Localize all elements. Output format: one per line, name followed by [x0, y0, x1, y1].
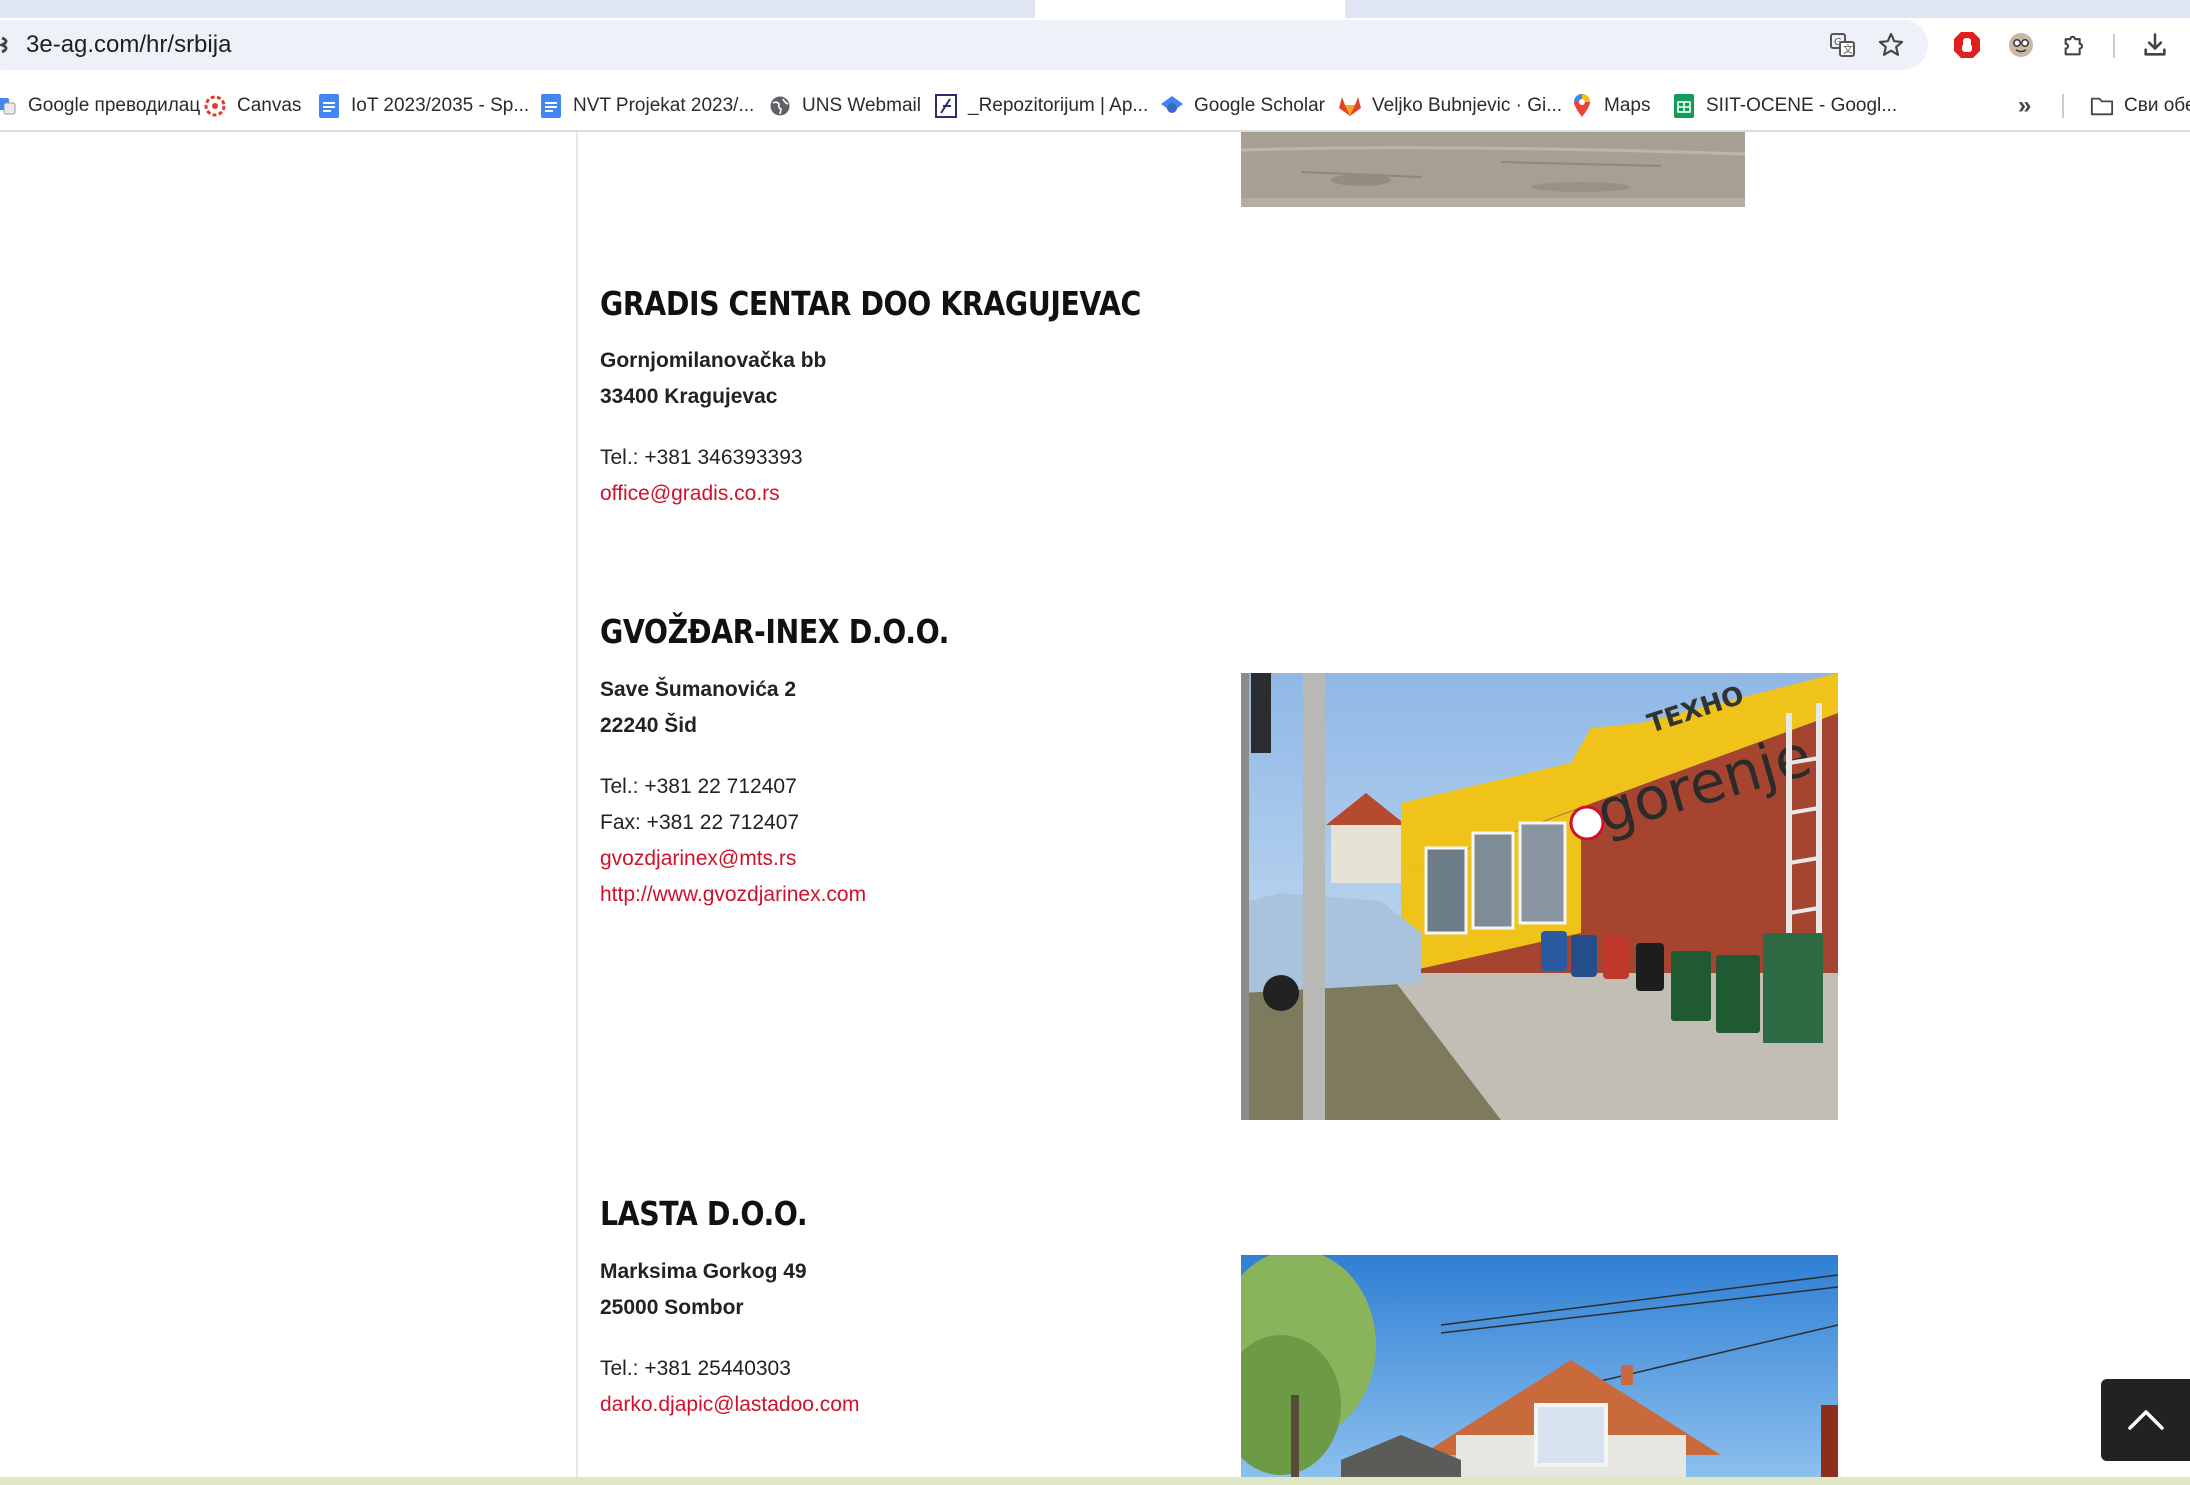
dealer-contact: Tel.: +381 25440303 darko.djapic@lastado… [600, 1351, 859, 1423]
site-info-icon[interactable] [0, 32, 10, 58]
bookmark-label: SIIT-OCENE - Googl... [1706, 95, 1898, 116]
dealer-name: LASTA D.O.O. [600, 1194, 808, 1233]
active-tab[interactable] [1035, 0, 1345, 18]
google-maps-icon [1570, 94, 1594, 118]
dealer-email-link[interactable]: darko.djapic@lastadoo.com [600, 1387, 859, 1423]
dealer-street: Marksima Gorkog 49 [600, 1260, 807, 1283]
dealer-name: GVOŽĐAR-INEX D.O.O. [600, 612, 950, 651]
google-translate-icon [0, 94, 18, 118]
bookmark-label: Veljko Bubnjevic · Gi... [1372, 95, 1563, 116]
bookmark-gitlab[interactable]: Veljko Bubnjevic · Gi... [1338, 90, 1562, 122]
bookmark-label: NVT Projekat 2023/... [573, 95, 755, 116]
dealer-city: 25000 Sombor [600, 1296, 744, 1319]
dealer-email-link[interactable]: office@gradis.co.rs [600, 476, 803, 512]
bookmark-maps[interactable]: Maps [1570, 90, 1650, 122]
canvas-icon [203, 94, 227, 118]
all-bookmarks-label: Сви обе [2124, 95, 2190, 116]
dealer-phone: Tel.: +381 25440303 [600, 1357, 791, 1380]
dealer-city: 22240 Šid [600, 714, 697, 737]
bookmark-label: Google преводилац [28, 95, 201, 116]
adblock-extension-icon[interactable] [1950, 28, 1984, 62]
bookmark-google-scholar[interactable]: Google Scholar [1160, 90, 1325, 122]
dealer-address: Marksima Gorkog 49 25000 Sombor [600, 1254, 807, 1326]
bookmark-label: Google Scholar [1194, 95, 1325, 116]
address-bar[interactable]: 3e-ag.com/hr/srbija [0, 20, 1928, 70]
bookmark-label: _Repozitorijum | Ap... [968, 95, 1149, 116]
chevron-up-icon [2127, 1410, 2164, 1430]
google-sheets-icon [1672, 94, 1696, 118]
bookmark-nvt-doc[interactable]: NVT Projekat 2023/... [539, 90, 754, 122]
dealer-fax: Fax: +381 22 712407 [600, 811, 800, 834]
dealer-street: Gornjomilanovačka bb [600, 349, 827, 372]
dealer-contact: Tel.: +381 346393393 office@gradis.co.rs [600, 440, 803, 512]
dealer-address: Save Šumanovića 2 22240 Šid [600, 672, 796, 744]
dealer-name: GRADIS CENTAR DOO KRAGUJEVAC [600, 284, 1141, 323]
url-text[interactable]: 3e-ag.com/hr/srbija [26, 30, 231, 60]
dealer-contact: Tel.: +381 22 712407 Fax: +381 22 712407… [600, 769, 866, 913]
previous-dealer-photo [1240, 132, 1746, 207]
bookmarks-overflow-button[interactable]: » [2018, 90, 2031, 122]
toolbar-separator [2113, 34, 2115, 58]
gitlab-icon [1338, 94, 1362, 118]
dealer-building-photo [1241, 1255, 1838, 1477]
svg-text:文: 文 [1843, 43, 1853, 56]
google-docs-icon [539, 94, 563, 118]
bookmark-iot-doc[interactable]: IoT 2023/2035 - Sp... [317, 90, 529, 122]
translate-icon[interactable]: G文 [1826, 28, 1860, 62]
bottom-strip [0, 1477, 2190, 1485]
dealer-street: Save Šumanovića 2 [600, 678, 797, 701]
bookmark-label: Maps [1604, 95, 1651, 116]
bookmark-uns-webmail[interactable]: UNS Webmail [768, 90, 921, 122]
sidebar-divider [576, 132, 578, 1477]
dealer-phone: Tel.: +381 22 712407 [600, 775, 797, 798]
extensions-puzzle-icon[interactable] [2058, 28, 2092, 62]
google-docs-icon [317, 94, 341, 118]
dealer-phone: Tel.: +381 346393393 [600, 446, 803, 469]
bookmark-canvas[interactable]: Canvas [203, 90, 301, 122]
profile-extension-icon[interactable] [2004, 28, 2038, 62]
dealer-city: 33400 Kragujevac [600, 385, 778, 408]
all-bookmarks-button[interactable]: Сви обе [2090, 90, 2190, 122]
bookmark-label: IoT 2023/2035 - Sp... [351, 95, 530, 116]
bookmarks-bar: Google преводилац Canvas IoT 2023/2035 -… [0, 82, 2190, 132]
folder-icon [2090, 94, 2114, 118]
google-scholar-icon [1160, 94, 1184, 118]
browser-toolbar: 3e-ag.com/hr/srbija G文 [0, 18, 2190, 88]
download-icon[interactable] [2138, 28, 2172, 62]
bookmark-label: UNS Webmail [802, 95, 921, 116]
dealer-email-link[interactable]: gvozdjarinex@mts.rs [600, 841, 866, 877]
tab-strip [0, 0, 2190, 18]
bookmark-star-icon[interactable] [1874, 28, 1908, 62]
bookmark-google-translate[interactable]: Google преводилац [0, 90, 200, 122]
scroll-to-top-button[interactable] [2101, 1379, 2190, 1461]
bookmark-siit-ocene[interactable]: SIIT-OCENE - Googl... [1672, 90, 1897, 122]
bookmark-repozitorijum[interactable]: _Repozitorijum | Ap... [934, 90, 1148, 122]
dealer-address: Gornjomilanovačka bb 33400 Kragujevac [600, 343, 826, 415]
globe-icon [768, 94, 792, 118]
bookmark-label: Canvas [237, 95, 302, 116]
bookmarks-separator [2062, 94, 2064, 118]
dealer-website-link[interactable]: http://www.gvozdjarinex.com [600, 877, 866, 913]
page-content: GRADIS CENTAR DOO KRAGUJEVAC Gornjomilan… [0, 132, 2190, 1477]
repository-icon [934, 94, 958, 118]
dealer-storefront-photo: gorenje TEXHO [1241, 673, 1838, 1120]
